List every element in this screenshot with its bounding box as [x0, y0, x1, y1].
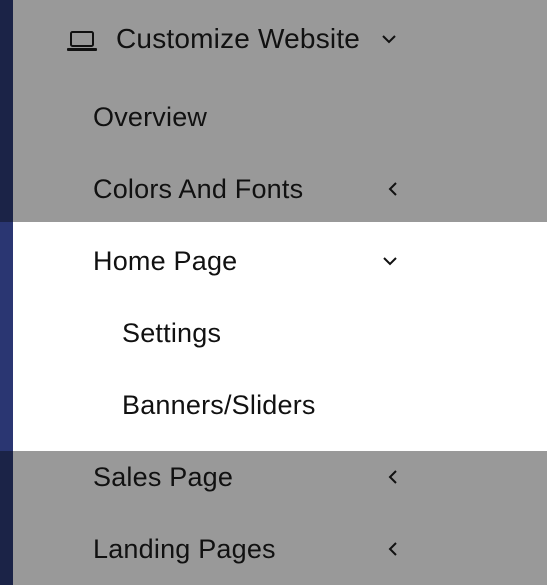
chevron-left-icon [388, 182, 397, 196]
chevron-down-icon [382, 35, 396, 44]
submenu-item-label: Settings [122, 317, 222, 348]
menu-item-label: Sales Page [93, 461, 234, 492]
submenu-item-label: Banners/Sliders [122, 389, 316, 420]
menu-item-colors-and-fonts[interactable]: Colors And Fonts [13, 153, 547, 225]
menu-item-label: Overview [93, 101, 208, 132]
chevron-left-icon [388, 470, 397, 484]
menu-item-label: Landing Pages [93, 533, 276, 564]
menu-item-landing-pages[interactable]: Landing Pages [13, 513, 547, 585]
chevron-down-icon [383, 257, 397, 266]
menu-item-overview[interactable]: Overview [13, 81, 547, 153]
accent-bar-top [0, 0, 13, 222]
accent-bar-active [0, 222, 13, 451]
menu-item-label: Colors And Fonts [93, 173, 304, 204]
accent-bar-bottom [0, 451, 13, 585]
sidebar-accent-bar [0, 0, 13, 585]
menu-item-label: Home Page [93, 245, 238, 276]
chevron-left-icon [388, 542, 397, 556]
menu-item-sales-page[interactable]: Sales Page [13, 441, 547, 513]
menu-item-label: Customize Website [116, 23, 361, 54]
menu-item-home-page[interactable]: Home Page [13, 225, 547, 297]
menu-item-customize-website[interactable]: Customize Website [13, 5, 547, 77]
submenu-item-banners-sliders[interactable]: Banners/Sliders [13, 369, 547, 441]
laptop-icon [67, 31, 97, 51]
submenu-item-settings[interactable]: Settings [13, 297, 547, 369]
